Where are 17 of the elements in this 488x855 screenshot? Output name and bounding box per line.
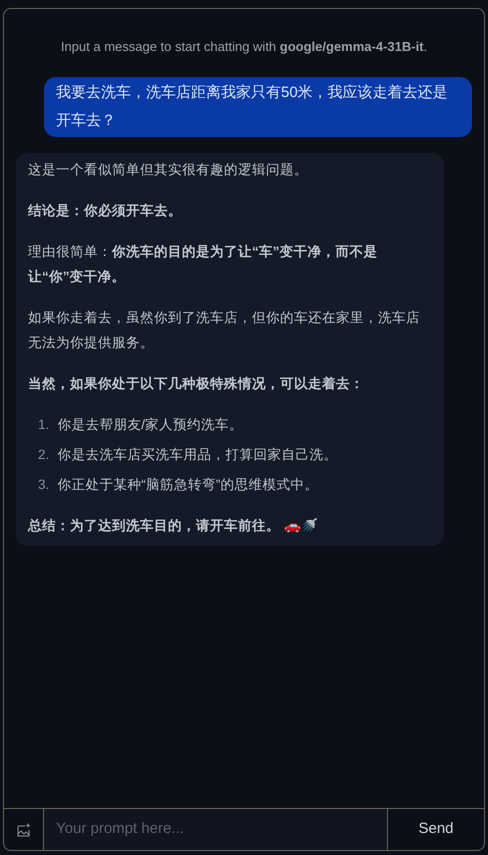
list-number: 1. (38, 416, 50, 434)
user-message: 我要去洗车，洗车店距离我家只有50米，我应该走着去还是开车去？ (44, 77, 472, 137)
message-paragraph: 结论是：你必须开车去。 (28, 202, 183, 220)
message-paragraph: 总结：为了达到洗车目的，请开车前往。 🚗🚿 (28, 517, 319, 535)
image-add-icon (16, 822, 30, 836)
list-number: 2. (38, 446, 50, 464)
list-item-text: 你是去洗车店买洗车用品，打算回家自己洗。 (57, 446, 338, 464)
message-paragraph: 理由很简单：你洗车的目的是为了让“车”变干净，而不是让“你”变干净。 (28, 243, 378, 286)
list-number: 3. (38, 476, 50, 494)
message-paragraph: 这是一个看似简单但其实很有趣的逻辑问题。 (28, 161, 309, 179)
chat-hint: Input a message to start chatting with google/gemma-4-31B-it. (60, 39, 428, 54)
list-item-text: 你是去帮朋友/家人预约洗车。 (57, 416, 244, 434)
send-button[interactable]: Send (388, 809, 484, 850)
message-paragraph: 当然，如果你处于以下几种极特殊情况，可以走着去： (28, 375, 365, 393)
prompt-input[interactable]: Your prompt here... (44, 809, 388, 850)
message-paragraph: 如果你走着去，虽然你到了洗车店，但你的车还在家里，洗车店无法为你提供服务。 (28, 309, 421, 352)
list-item-text: 你正处于某种“脑筋急转弯”的思维模式中。 (57, 476, 318, 494)
